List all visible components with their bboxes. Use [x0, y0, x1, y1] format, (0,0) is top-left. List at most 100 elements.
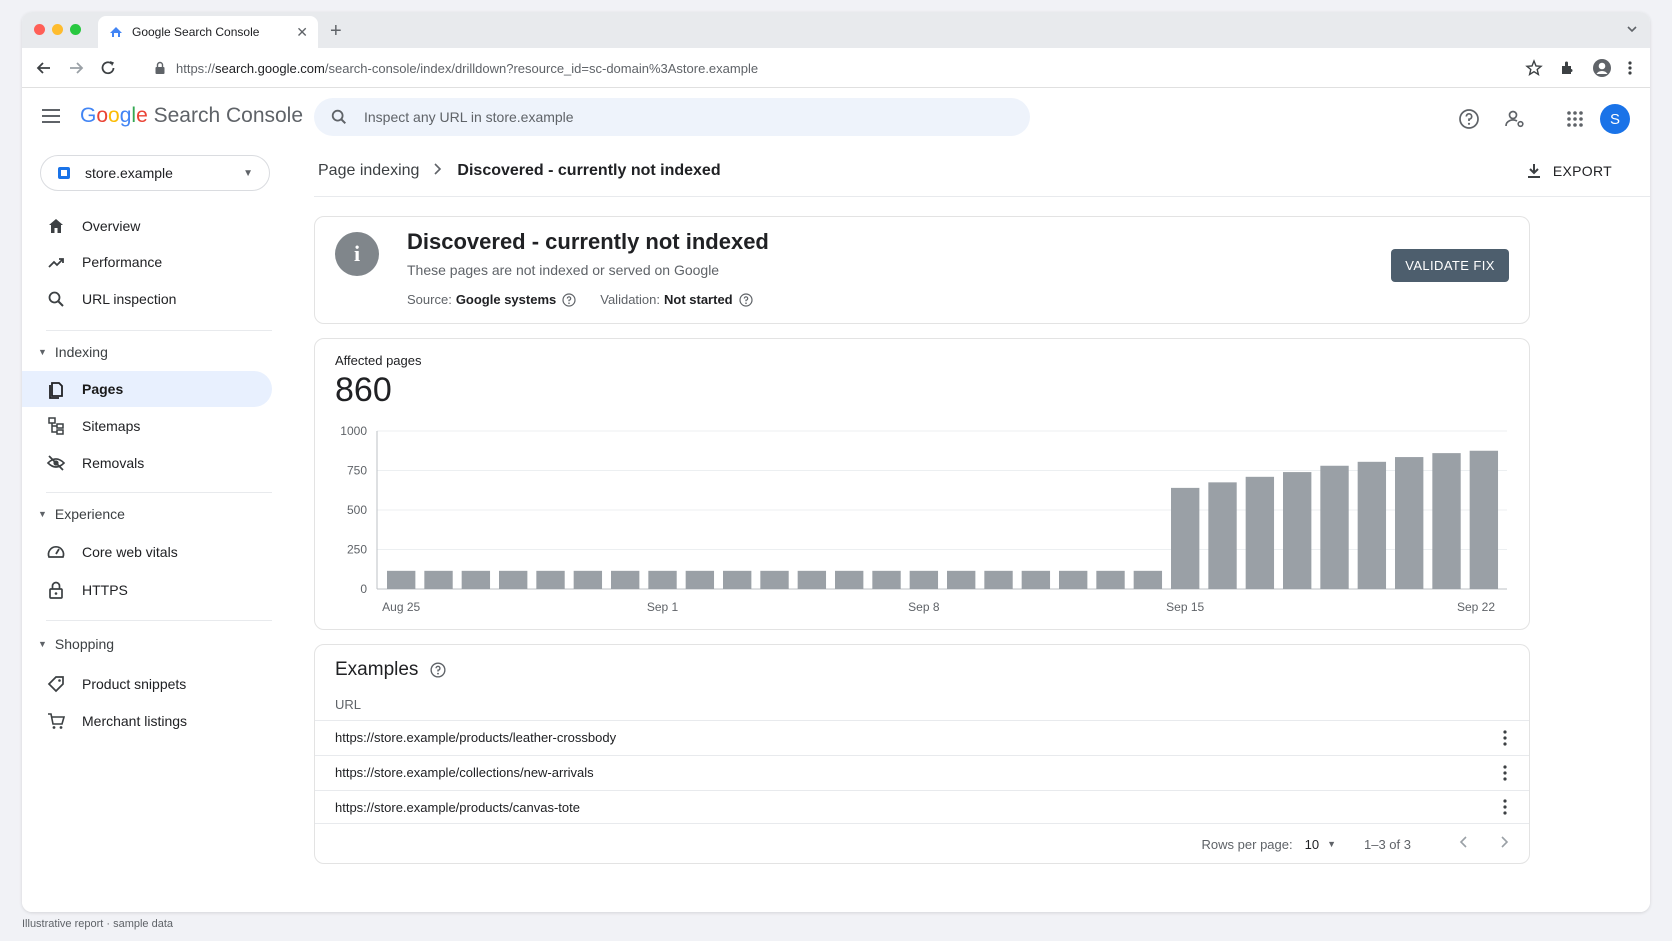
sidebar-divider — [46, 620, 272, 621]
more-vert-icon[interactable] — [1503, 799, 1507, 815]
sidebar-item-label: URL inspection — [82, 291, 177, 307]
extensions-icon[interactable] — [1558, 58, 1578, 78]
help-circle-icon[interactable] — [562, 292, 576, 307]
rows-per-page-select[interactable]: 10 — [1305, 837, 1319, 852]
url-path: /search-console/index/drilldown?resource… — [324, 60, 759, 76]
issue-subtitle: These pages are not indexed or served on… — [407, 262, 720, 278]
close-tab-icon[interactable]: ✕ — [296, 24, 308, 41]
sidebar-item-https[interactable]: HTTPS — [22, 572, 272, 608]
property-name: store.example — [85, 165, 173, 181]
collapse-triangle-icon: ▼ — [38, 639, 47, 649]
chart-bar — [1245, 476, 1275, 589]
help-circle-icon[interactable] — [430, 662, 446, 678]
sidebar-item-label: Removals — [82, 455, 145, 471]
account-avatar[interactable]: S — [1600, 104, 1630, 134]
help-icon[interactable] — [1458, 108, 1480, 130]
sidebar-item-pages[interactable]: Pages — [22, 371, 272, 407]
search-icon — [48, 291, 64, 307]
chart-bar — [797, 570, 827, 589]
breadcrumb: Page indexing Discovered - currently not… — [318, 162, 721, 180]
sidebar-item-removals[interactable]: Removals — [22, 445, 272, 481]
chart-bar — [947, 570, 976, 589]
table-pagination: Rows per page: 10 ▼ 1–3 of 3 — [1202, 835, 1509, 853]
x-tick-label: Sep 22 — [1457, 600, 1495, 614]
chart-bar — [387, 570, 416, 589]
bookmark-star-icon[interactable] — [1524, 58, 1544, 78]
export-button[interactable]: EXPORT — [1525, 162, 1612, 180]
sidebar-item-merchant-listings[interactable]: Merchant listings — [22, 703, 272, 739]
profile-icon[interactable] — [1592, 58, 1612, 78]
sidebar-item-core-web-vitals[interactable]: Core web vitals — [22, 534, 272, 570]
chart-bar — [835, 570, 864, 589]
sidebar-item-product-snippets[interactable]: Product snippets — [22, 666, 272, 702]
example-url[interactable]: https://store.example/products/canvas-to… — [335, 800, 580, 815]
search-icon — [331, 109, 347, 125]
apps-grid-icon[interactable] — [1564, 108, 1586, 130]
main-menu-icon[interactable] — [42, 108, 62, 124]
more-vert-icon[interactable] — [1503, 764, 1507, 781]
sidebar-divider — [46, 492, 272, 493]
validate-fix-button[interactable]: VALIDATE FIX — [1391, 249, 1509, 282]
property-selector[interactable]: store.example ▼ — [40, 155, 270, 191]
help-circle-icon[interactable] — [739, 292, 753, 307]
chart-bar — [461, 570, 491, 589]
browser-toolbar: https://search.google.com/search-console… — [22, 48, 1650, 88]
url-inspect-input[interactable] — [364, 109, 964, 125]
search-console-app: Google Search Console store.example ▼ Ov… — [22, 88, 1650, 912]
prev-page-icon[interactable] — [1459, 835, 1469, 853]
table-row[interactable]: https://store.example/collections/new-ar… — [315, 755, 1529, 789]
section-shopping[interactable]: ▼ Shopping — [38, 636, 114, 652]
address-bar[interactable]: https://search.google.com/search-console… — [140, 53, 1540, 83]
chart-bar — [1096, 570, 1125, 589]
cart-icon — [48, 713, 66, 729]
chart-bar — [723, 570, 752, 589]
browser-window: Google Search Console ✕ + https://search… — [22, 12, 1650, 912]
affected-pages-label: Affected pages — [335, 353, 422, 368]
section-indexing[interactable]: ▼ Indexing — [38, 344, 108, 360]
url-prefix: https:// — [176, 60, 216, 76]
chart-bar — [1357, 461, 1387, 589]
issue-meta: Source: Google systems Validation: Not sta… — [407, 292, 777, 307]
examples-title-wrap: Examples — [335, 659, 446, 681]
table-row[interactable]: https://store.example/products/leather-c… — [315, 720, 1529, 754]
dropdown-caret-icon[interactable]: ▼ — [1327, 839, 1336, 849]
logo-letter: g — [119, 104, 132, 127]
chart-bar — [1320, 465, 1349, 589]
maximize-window-button[interactable] — [70, 24, 81, 35]
window-controls — [34, 24, 81, 35]
search-console-favicon-icon — [110, 27, 122, 37]
tab-search-chevron-icon[interactable] — [1626, 22, 1638, 40]
back-icon[interactable] — [34, 58, 54, 78]
new-tab-icon[interactable]: + — [330, 20, 342, 43]
sidebar-item-sitemaps[interactable]: Sitemaps — [22, 408, 272, 444]
table-row[interactable]: https://store.example/products/canvas-to… — [315, 790, 1529, 824]
example-url[interactable]: https://store.example/products/leather-c… — [335, 730, 616, 745]
y-tick-label: 0 — [360, 582, 367, 596]
next-page-icon[interactable] — [1499, 835, 1509, 853]
browser-tab[interactable]: Google Search Console ✕ — [98, 16, 318, 48]
browser-menu-icon[interactable] — [1620, 58, 1640, 78]
chart-bar — [1133, 570, 1163, 589]
forward-icon[interactable] — [66, 58, 86, 78]
home-icon — [49, 219, 63, 233]
breadcrumb-parent[interactable]: Page indexing — [318, 162, 419, 180]
logo-letter: G — [80, 104, 97, 127]
url-host: search.google.com — [215, 60, 325, 76]
chart-bar — [499, 570, 528, 589]
minimize-window-button[interactable] — [52, 24, 63, 35]
sidebar-item-url-inspection[interactable]: URL inspection — [22, 281, 272, 317]
close-window-button[interactable] — [34, 24, 45, 35]
section-experience[interactable]: ▼ Experience — [38, 506, 125, 522]
chart-bar — [1208, 482, 1237, 589]
reload-icon[interactable] — [98, 58, 118, 78]
chart-bar — [984, 570, 1013, 589]
url-inspect-search[interactable] — [314, 98, 1030, 136]
sidebar-item-overview[interactable]: Overview — [22, 208, 272, 244]
user-settings-icon[interactable] — [1504, 108, 1526, 130]
search-console-logo[interactable]: Google Search Console — [80, 104, 303, 128]
more-vert-icon[interactable] — [1503, 729, 1507, 746]
sidebar-item-performance[interactable]: Performance — [22, 244, 272, 280]
logo-letter: e — [136, 104, 148, 127]
sidebar-item-label: HTTPS — [82, 582, 128, 598]
example-url[interactable]: https://store.example/collections/new-ar… — [335, 765, 594, 780]
